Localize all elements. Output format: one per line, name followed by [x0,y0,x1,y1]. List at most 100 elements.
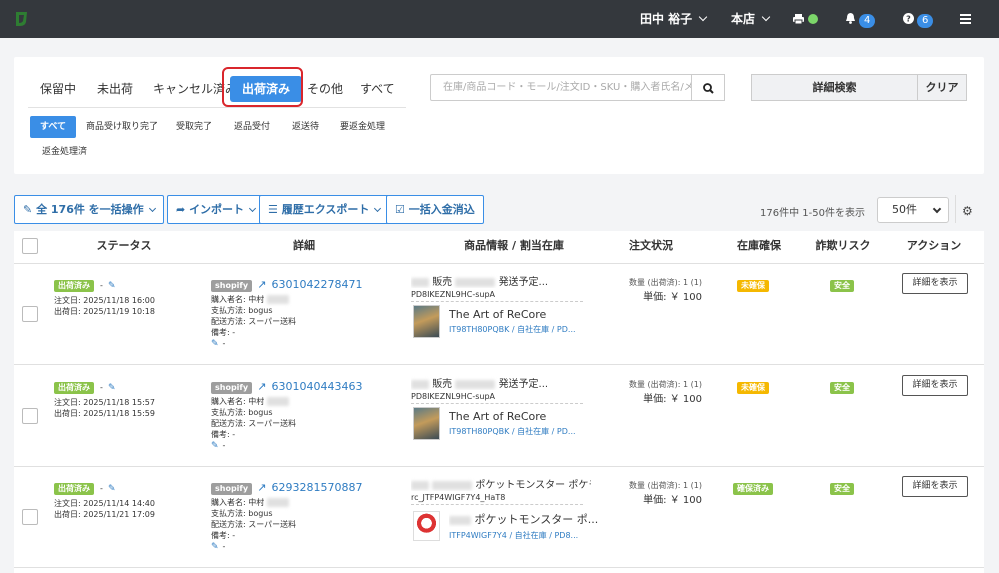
pencil-icon[interactable]: ✎ [211,543,220,552]
payment-method: 支払方法: bogus [211,306,273,315]
help[interactable]: ? 6 [903,0,934,38]
product-thumbnail [413,511,440,541]
row-checkbox[interactable] [22,509,38,525]
notification-count-badge: 4 [859,14,876,28]
view-detail-button[interactable]: 詳細を表示 [902,273,968,294]
result-count: 176件中 1-50件を表示 [760,208,865,219]
payment-method: 支払方法: bogus [211,408,273,417]
column-header-fraud: 詐欺リスク [815,239,871,252]
search-input[interactable]: 在庫/商品コード・モール/注文ID・SKU・購入者氏名/メ [430,74,692,101]
row-checkbox[interactable] [22,306,38,322]
product-cell: 販売 発送予定... PD8IKEZNL9HC-supA [411,273,591,300]
tab-on-hold[interactable]: 保留中 [40,74,76,104]
export-history-button[interactable]: ☰ 履歴エクスポート [259,195,390,224]
pencil-icon[interactable]: ✎ [108,282,117,291]
fraud-badge: 安全 [830,382,854,394]
ship-date: 出荷日: 2025/11/19 10:18 [54,307,155,316]
order-status-cell: 数量 (出荷済): 1 (1) 単価: ￥ 100 [626,379,702,405]
table-row: 出荷済み - ✎ 注文日: 2025/11/18 16:00 出荷日: 2025/11… [14,264,984,365]
order-id-link[interactable]: 6301042278471 [272,278,363,291]
printer-status[interactable] [793,0,818,38]
delivery-method: 配送方法: スーパー送料 [211,419,297,428]
notifications[interactable]: 4 [845,0,876,38]
gear-icon[interactable]: ⚙ [962,204,973,218]
clear-button[interactable]: クリア [917,74,967,101]
stock-cell: 確保済み [733,476,773,495]
subtab-received-complete[interactable]: 商品受け取り完了 [86,116,158,138]
status-cell: 出荷済み - ✎ 注文日: 2025/11/18 16:00 出荷日: 2025/11… [54,280,155,316]
store-name: 本店 [731,12,756,26]
note: 備考: - [211,430,236,439]
orders-table: ステータス 詳細 商品情報 / 割当在庫 注文状況 在庫確保 詐欺リスク アクシ… [14,231,984,573]
product-sku: PD8IKEZNL9HC-supA [411,392,496,401]
highlight-box [222,67,303,107]
buyer-name: 購入者名: 中村 [211,397,265,406]
memo-value: - [222,339,226,348]
subtab-refund-required[interactable]: 要返金処理 [340,116,385,138]
pencil-icon[interactable]: ✎ [211,442,220,451]
fraud-cell: 安全 [830,375,854,394]
tab-all[interactable]: すべて [360,74,395,104]
stock-badge: 未確保 [737,280,769,292]
delivery-method: 配送方法: スーパー送料 [211,317,297,326]
stock-cell: 未確保 [737,273,769,292]
subtab-all[interactable]: すべて [30,116,77,138]
item-name: The Art of ReCore [449,308,547,321]
pencil-icon[interactable]: ✎ [211,340,220,349]
fraud-cell: 安全 [830,273,854,292]
divider [955,195,956,223]
import-button[interactable]: ➦ インポート [167,195,265,224]
memo-value: - [222,441,226,450]
order-id-link[interactable]: 6301040443463 [272,380,363,393]
chevron-down-icon [761,12,771,22]
fraud-badge: 安全 [830,280,854,292]
product-cell: 販売 発送予定... PD8IKEZNL9HC-supA [411,375,591,402]
item-stock-link[interactable]: IT98TH80PQBK / 自社在庫 / PD... [449,324,599,335]
item-stock-link[interactable]: ITFP4WIGF7Y4 / 自社在庫 / PD8... [449,530,599,541]
subtab-pickup-complete[interactable]: 受取完了 [176,116,212,138]
select-all-checkbox[interactable] [22,238,38,254]
product-thumbnail [413,305,440,338]
buyer-name: 購入者名: 中村 [211,498,265,507]
stock-cell: 未確保 [737,375,769,394]
detail-search-button[interactable]: 詳細検索 [751,74,918,101]
tab-other[interactable]: その他 [307,74,343,104]
hamburger-menu-icon[interactable] [960,0,971,38]
row-checkbox[interactable] [22,408,38,424]
pencil-icon[interactable]: ✎ [108,384,117,393]
product-sku: rc_JTFP4WIGF7Y4_HaT8 [411,493,506,502]
subtab-awaiting-return[interactable]: 返送待 [292,116,319,138]
product-title-a: 販売 [432,379,453,390]
online-status-dot [808,14,818,24]
item-name: The Art of ReCore [449,410,547,423]
app-logo-icon[interactable] [12,10,30,28]
quantity: 数量 (出荷済): 1 (1) [629,481,702,490]
bulk-payment-button[interactable]: ☑ 一括入金消込 [386,195,484,224]
unit-price: 単価: ￥ 100 [643,394,702,405]
order-id-link[interactable]: 6293281570887 [272,481,363,494]
view-detail-button[interactable]: 詳細を表示 [902,375,968,396]
product-title-b: ポケットモンスター ポケモン ク... [475,480,591,491]
top-bar: 田中 裕子 本店 4 ? 6 [0,0,999,38]
pencil-icon[interactable]: ✎ [108,485,117,494]
subtab-return-accepted[interactable]: 返品受付 [234,116,270,138]
user-menu[interactable]: 田中 裕子 [640,0,708,38]
product-title-b: 発送予定... [498,277,549,288]
view-detail-button[interactable]: 詳細を表示 [902,476,968,497]
search-button[interactable] [692,74,725,101]
tab-unshipped[interactable]: 未出荷 [97,74,133,104]
per-page-select[interactable]: 50件 [877,197,949,223]
printer-icon [793,14,804,25]
status-badge: 出荷済み [54,280,94,292]
subtab-refunded[interactable]: 返金処理済 [42,141,87,163]
bulk-operation-button[interactable]: ✎ 全 176件 を一括操作 [14,195,164,224]
product-thumbnail [413,407,440,440]
chevron-down-icon [698,12,708,22]
item-stock-link[interactable]: IT98TH80PQBK / 自社在庫 / PD... [449,426,599,437]
fraud-badge: 安全 [830,483,854,495]
order-date: 注文日: 2025/11/18 15:57 [54,398,155,407]
store-menu[interactable]: 本店 [731,0,771,38]
search-icon [703,83,714,94]
ship-date: 出荷日: 2025/11/21 17:09 [54,510,155,519]
user-name: 田中 裕子 [640,12,693,26]
